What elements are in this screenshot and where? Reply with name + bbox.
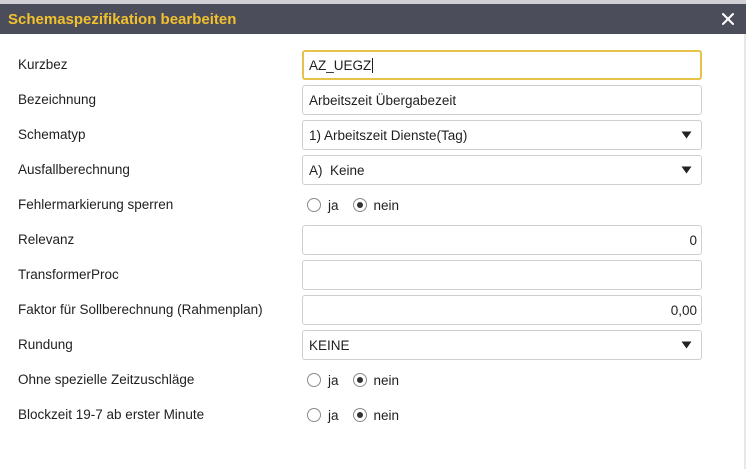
radio-option-nein[interactable]: nein: [352, 197, 400, 213]
row-transformerproc: TransformerProc: [0, 260, 746, 290]
dialog-title: Schemaspezifikation bearbeiten: [8, 10, 237, 28]
row-schematyp: Schematyp 1) Arbeitszeit Dienste(Tag): [0, 120, 746, 150]
ausfallberechnung-select[interactable]: A) Keine: [302, 155, 702, 185]
triangle-down-icon: [679, 128, 693, 142]
schematyp-value: 1) Arbeitszeit Dienste(Tag): [309, 127, 468, 143]
radio-button[interactable]: [307, 408, 321, 422]
close-button[interactable]: [718, 9, 738, 29]
radio-button[interactable]: [307, 198, 321, 212]
rundung-select[interactable]: KEINE: [302, 330, 702, 360]
schematyp-select[interactable]: 1) Arbeitszeit Dienste(Tag): [302, 120, 702, 150]
radio-label: ja: [328, 407, 339, 423]
row-faktor-sollberechnung: Faktor für Sollberechnung (Rahmenplan) 0…: [0, 295, 746, 325]
radio-label: nein: [373, 197, 400, 213]
field-label: Faktor für Sollberechnung (Rahmenplan): [18, 302, 263, 317]
row-rundung: Rundung KEINE: [0, 330, 746, 360]
field-label: Relevanz: [18, 232, 75, 247]
row-blockzeit: Blockzeit 19-7 ab erster Minute ja nein: [0, 400, 746, 430]
kurzbez-input[interactable]: AZ_UEGZ: [302, 50, 702, 80]
field-label: Kurzbez: [18, 57, 68, 72]
bezeichnung-input[interactable]: Arbeitszeit Übergabezeit: [302, 85, 702, 115]
row-kurzbez: Kurzbez AZ_UEGZ: [0, 50, 746, 80]
radio-button[interactable]: [307, 373, 321, 387]
radio-button-selected[interactable]: [352, 373, 367, 387]
bezeichnung-value: Arbeitszeit Übergabezeit: [309, 92, 457, 108]
fehlermarkierung-radio-group: ja nein: [307, 190, 413, 220]
field-label: Ausfallberechnung: [18, 162, 130, 177]
radio-dot: [356, 412, 363, 418]
zeitzuschlaege-radio-group: ja nein: [307, 365, 413, 395]
radio-dot: [356, 202, 363, 208]
radio-label: ja: [328, 372, 339, 388]
dialog-title-bar: Schemaspezifikation bearbeiten: [0, 4, 746, 34]
text-caret: [372, 57, 374, 73]
form-body: Kurzbez AZ_UEGZ Bezeichnung Arbeitszeit …: [0, 34, 746, 469]
radio-option-ja[interactable]: ja: [307, 198, 339, 213]
triangle-down-icon: [679, 338, 693, 352]
radio-dot: [356, 377, 363, 383]
field-label: Bezeichnung: [18, 92, 97, 107]
field-label: Schematyp: [18, 127, 86, 142]
row-fehlermarkierung: Fehlermarkierung sperren ja nein: [0, 190, 746, 220]
faktor-input[interactable]: 0,00: [302, 295, 702, 325]
field-label: Rundung: [18, 337, 73, 352]
radio-button-selected[interactable]: [352, 198, 367, 212]
ausfallberechnung-value: A) Keine: [309, 162, 365, 178]
row-bezeichnung: Bezeichnung Arbeitszeit Übergabezeit: [0, 85, 746, 115]
faktor-value: 0,00: [670, 302, 697, 318]
row-relevanz: Relevanz 0: [0, 225, 746, 255]
transformerproc-input[interactable]: [302, 260, 702, 290]
field-label: TransformerProc: [18, 267, 119, 282]
radio-option-ja[interactable]: ja: [307, 373, 339, 388]
row-ausfallberechnung: Ausfallberechnung A) Keine: [0, 155, 746, 185]
field-label: Ohne spezielle Zeitzuschläge: [18, 372, 195, 387]
radio-option-nein[interactable]: nein: [352, 372, 400, 388]
field-label: Blockzeit 19-7 ab erster Minute: [18, 407, 205, 422]
blockzeit-radio-group: ja nein: [307, 400, 413, 430]
radio-option-ja[interactable]: ja: [307, 408, 339, 423]
relevanz-input[interactable]: 0: [302, 225, 702, 255]
radio-button-selected[interactable]: [352, 408, 367, 422]
radio-label: nein: [373, 407, 400, 423]
row-ohne-zeitzuschlaege: Ohne spezielle Zeitzuschläge ja nein: [0, 365, 746, 395]
radio-label: nein: [373, 372, 400, 388]
triangle-down-icon: [679, 163, 693, 177]
rundung-value: KEINE: [309, 337, 350, 353]
radio-option-nein[interactable]: nein: [352, 407, 400, 423]
relevanz-value: 0: [689, 232, 697, 248]
close-icon: [722, 13, 734, 25]
radio-label: ja: [328, 197, 339, 213]
field-label: Fehlermarkierung sperren: [18, 197, 174, 212]
kurzbez-value: AZ_UEGZ: [309, 57, 372, 73]
